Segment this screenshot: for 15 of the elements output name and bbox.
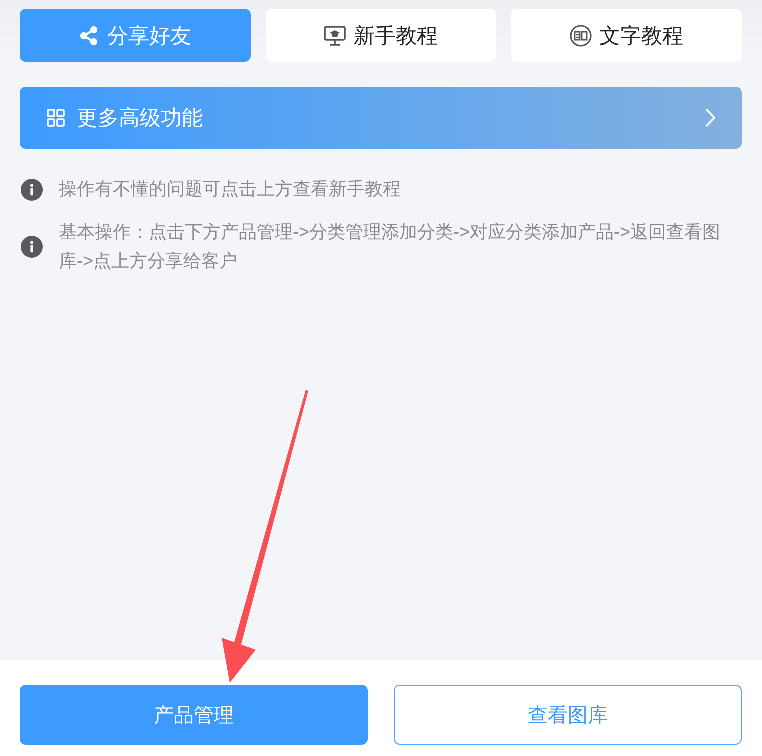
- bottom-button[interactable]: 查看图库: [394, 685, 742, 745]
- info-icon: [21, 236, 43, 258]
- share-icon: [79, 26, 100, 46]
- advanced-features-banner[interactable]: 更多高级功能: [20, 87, 742, 149]
- tip-text: 基本操作：点击下方产品管理->分类管理添加分类->对应分类添加产品->返回查看图库->点上方分享给客户: [59, 221, 722, 273]
- book-circle-icon: [570, 24, 592, 46]
- bottom-button[interactable]: 产品管理: [20, 685, 368, 745]
- info-icon: [21, 178, 43, 200]
- top-button[interactable]: 文字教程: [511, 9, 742, 62]
- tip-text: 操作有不懂的问题可点击上方查看新手教程: [59, 178, 401, 201]
- chevron-right-icon: [705, 108, 716, 128]
- grid-icon: [47, 109, 65, 127]
- top-button[interactable]: 分享好友: [20, 9, 251, 62]
- monitor-icon: [324, 26, 346, 46]
- top-button[interactable]: 新手教程: [266, 9, 496, 62]
